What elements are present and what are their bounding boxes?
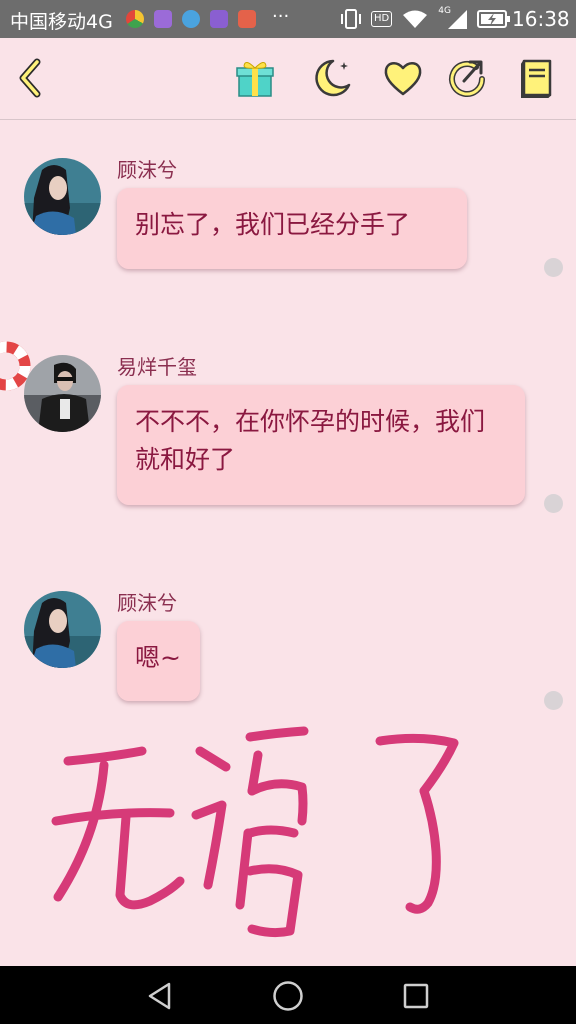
- status-dot: [544, 494, 563, 513]
- app-icon: [154, 10, 172, 28]
- recents-square-icon: [403, 983, 429, 1009]
- heart-icon: [384, 62, 422, 96]
- notebook-button[interactable]: [515, 56, 559, 100]
- hd-icon: HD: [371, 11, 393, 27]
- battery-charging-icon: [477, 10, 511, 28]
- avatar[interactable]: [24, 355, 101, 432]
- moon-icon: [315, 59, 351, 97]
- chat-toolbar: [0, 38, 576, 120]
- share-icon: [449, 60, 485, 97]
- app-icon: [238, 10, 256, 28]
- browser-icon: [126, 10, 144, 28]
- carrier-label: 中国移动4G: [10, 11, 113, 33]
- avatar[interactable]: [24, 158, 101, 235]
- status-dot: [544, 691, 563, 710]
- notification-icons: [126, 10, 256, 28]
- sender-name: 顾沫兮: [117, 158, 177, 182]
- gift-button[interactable]: [233, 56, 277, 100]
- wifi-icon: [403, 10, 428, 28]
- sender-name: 易烊千玺: [117, 355, 197, 379]
- favorite-button[interactable]: [381, 56, 425, 100]
- handwriting-scribble: [51, 726, 459, 938]
- home-circle-icon: [273, 981, 303, 1011]
- status-dot: [544, 258, 563, 277]
- message-bubble[interactable]: 别忘了，我们已经分手了: [117, 188, 467, 269]
- back-button[interactable]: [8, 56, 52, 100]
- status-bar: 中国移动4G ··· HD 4G 16:38: [0, 0, 576, 38]
- share-button[interactable]: [445, 56, 489, 100]
- nav-recents-button[interactable]: [396, 976, 436, 1016]
- back-triangle-icon: [148, 982, 171, 1010]
- sender-name: 顾沫兮: [117, 591, 177, 615]
- app-icon: [182, 10, 200, 28]
- avatar[interactable]: [24, 591, 101, 668]
- message-bubble[interactable]: 嗯~: [117, 621, 200, 701]
- night-mode-button[interactable]: [310, 56, 354, 100]
- message-bubble[interactable]: 不不不，在你怀孕的时候，我们就和好了: [117, 385, 525, 505]
- navigation-bar: [0, 966, 576, 1024]
- nav-home-button[interactable]: [268, 976, 308, 1016]
- keyboard-icon: [210, 10, 228, 28]
- signal-icon: 4G: [438, 6, 468, 30]
- more-notifications: ···: [272, 6, 290, 27]
- notebook-icon: [521, 59, 552, 98]
- back-chevron-icon: [19, 58, 41, 98]
- clock: 16:38: [512, 7, 570, 31]
- gift-icon: [236, 62, 274, 97]
- vibrate-icon: [341, 9, 361, 29]
- nav-back-button[interactable]: [140, 976, 180, 1016]
- system-icons: HD 4G: [340, 6, 511, 30]
